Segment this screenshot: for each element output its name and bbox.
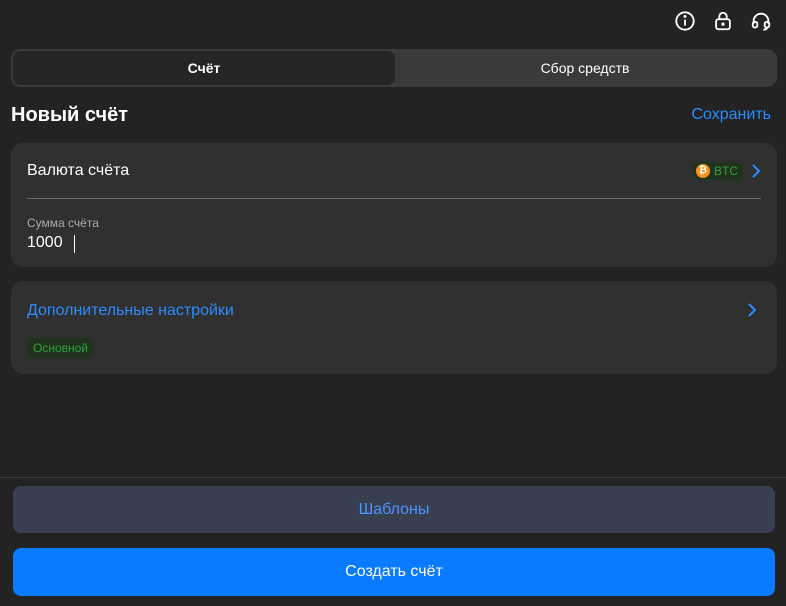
bottom-divider <box>0 477 786 478</box>
create-invoice-button[interactable]: Создать счёт <box>13 548 775 596</box>
app-root: Счёт Сбор средств Новый счёт Сохранить В… <box>0 0 786 606</box>
status-badge: Основной <box>27 338 95 358</box>
templates-button[interactable]: Шаблоны <box>13 486 775 533</box>
currency-label: Валюта счёта <box>27 161 130 179</box>
amount-input[interactable] <box>27 232 427 254</box>
info-icon[interactable] <box>674 10 696 32</box>
page-title: Новый счёт <box>11 103 129 126</box>
save-button[interactable]: Сохранить <box>691 106 771 124</box>
tab-invoice[interactable]: Счёт <box>13 51 395 85</box>
tab-fundraising[interactable]: Сбор средств <box>395 51 775 85</box>
chevron-right-icon <box>751 163 761 179</box>
amount-label: Сумма счёта <box>27 216 99 230</box>
top-toolbar <box>674 10 772 32</box>
bitcoin-icon: ₿ <box>696 163 710 178</box>
mode-tabs: Счёт Сбор средств <box>11 49 777 87</box>
headset-icon[interactable] <box>750 10 772 32</box>
invoice-form-card: Валюта счёта ₿ BTC Сумма счёта <box>11 143 777 267</box>
divider <box>27 198 761 199</box>
page-header: Новый счёт Сохранить <box>11 103 771 127</box>
currency-value: ₿ BTC <box>693 161 761 180</box>
advanced-settings-link[interactable]: Дополнительные настройки <box>27 302 234 320</box>
chevron-right-icon <box>747 302 757 323</box>
lock-icon[interactable] <box>712 10 734 32</box>
currency-badge: ₿ BTC <box>693 161 743 180</box>
currency-selector[interactable]: Валюта счёта ₿ BTC <box>27 143 761 198</box>
currency-code: BTC <box>714 163 738 178</box>
advanced-settings-card[interactable]: Дополнительные настройки Основной <box>11 281 777 374</box>
text-caret <box>74 235 75 253</box>
